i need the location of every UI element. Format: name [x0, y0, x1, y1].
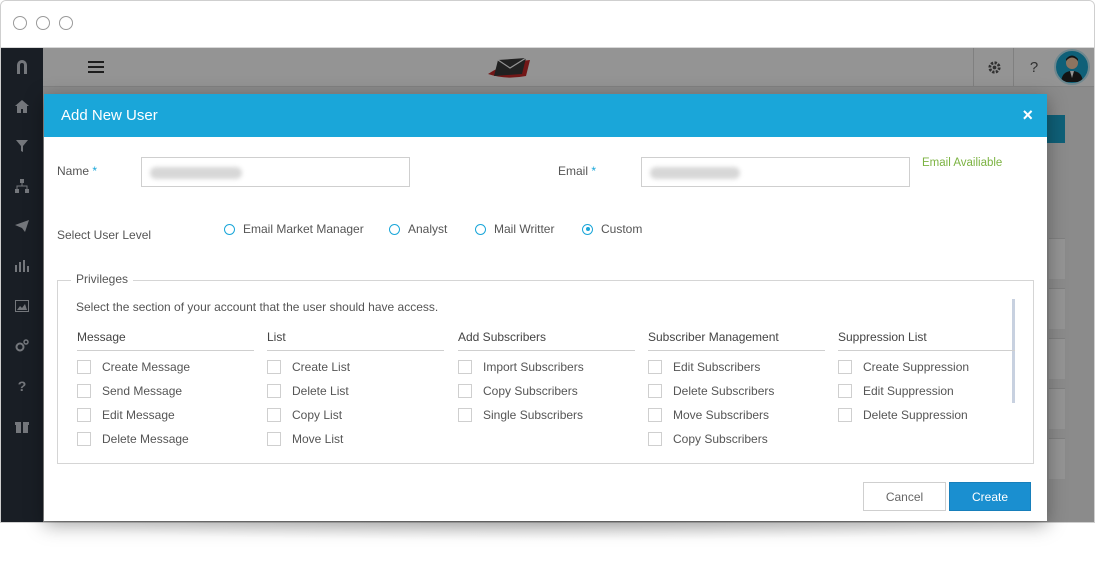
checkbox-create-list[interactable]: Create List [267, 355, 444, 379]
checkbox-icon [648, 408, 662, 422]
column-title: List [267, 330, 444, 351]
radio-email-market-manager[interactable]: Email Market Manager [224, 222, 364, 236]
checkbox-import-subscribers[interactable]: Import Subscribers [458, 355, 635, 379]
checkbox-delete-message[interactable]: Delete Message [77, 427, 254, 451]
radio-icon [389, 223, 400, 235]
checkbox-icon [838, 360, 852, 374]
checkbox-edit-suppression[interactable]: Edit Suppression [838, 379, 1015, 403]
radio-analyst[interactable]: Analyst [389, 222, 447, 236]
checkbox-icon [77, 360, 91, 374]
column-title: Add Subscribers [458, 330, 635, 351]
create-button[interactable]: Create [949, 482, 1031, 511]
checkbox-edit-message[interactable]: Edit Message [77, 403, 254, 427]
checkbox-icon [77, 432, 91, 446]
checkbox-create-suppression[interactable]: Create Suppression [838, 355, 1015, 379]
privileges-legend: Privileges [71, 272, 134, 286]
name-label: Name * [57, 164, 98, 178]
column-title: Subscriber Management [648, 330, 825, 351]
add-user-modal: Add New User × Name * Email * Email Avai… [44, 94, 1047, 521]
checkbox-icon [267, 432, 281, 446]
window-titlebar [1, 1, 1094, 48]
checkbox-icon [648, 360, 662, 374]
privileges-help-text: Select the section of your account that … [76, 300, 439, 314]
email-status: Email Availiable [922, 157, 1003, 169]
checkbox-icon [267, 360, 281, 374]
privilege-column-list: List Create List Delete List Copy List M… [267, 330, 444, 451]
checkbox-icon [648, 384, 662, 398]
checkbox-move-list[interactable]: Move List [267, 427, 444, 451]
checkbox-icon [458, 408, 472, 422]
checkbox-icon [77, 384, 91, 398]
checkbox-edit-subscribers[interactable]: Edit Subscribers [648, 355, 825, 379]
close-icon[interactable]: × [1022, 105, 1033, 126]
checkbox-icon [838, 408, 852, 422]
email-label: Email * [558, 164, 597, 178]
email-input[interactable] [641, 157, 910, 187]
checkbox-icon [838, 384, 852, 398]
window-maximize-dot[interactable] [59, 16, 73, 30]
checkbox-single-subscribers[interactable]: Single Subscribers [458, 403, 635, 427]
checkbox-icon [648, 432, 662, 446]
radio-selected-icon [582, 223, 593, 235]
checkbox-delete-list[interactable]: Delete List [267, 379, 444, 403]
name-input[interactable] [141, 157, 410, 187]
privilege-column-add-subscribers: Add Subscribers Import Subscribers Copy … [458, 330, 635, 427]
modal-title: Add New User [61, 107, 158, 124]
radio-custom[interactable]: Custom [582, 222, 642, 236]
checkbox-copy-subscribers-mgmt[interactable]: Copy Subscribers [648, 427, 825, 451]
radio-icon [224, 223, 235, 235]
checkbox-copy-list[interactable]: Copy List [267, 403, 444, 427]
window-close-dot[interactable] [13, 16, 27, 30]
checkbox-icon [77, 408, 91, 422]
checkbox-create-message[interactable]: Create Message [77, 355, 254, 379]
privilege-column-message: Message Create Message Send Message Edit… [77, 330, 254, 451]
modal-header: Add New User × [44, 94, 1047, 137]
checkbox-send-message[interactable]: Send Message [77, 379, 254, 403]
radio-icon [475, 223, 486, 235]
user-level-label: Select User Level [57, 228, 152, 242]
column-title: Suppression List [838, 330, 1015, 351]
privilege-column-suppression-list: Suppression List Create Suppression Edit… [838, 330, 1015, 427]
checkbox-delete-subscribers[interactable]: Delete Subscribers [648, 379, 825, 403]
frame-shadow [10, 521, 1085, 541]
checkbox-move-subscribers[interactable]: Move Subscribers [648, 403, 825, 427]
privilege-column-subscriber-management: Subscriber Management Edit Subscribers D… [648, 330, 825, 451]
checkbox-icon [458, 360, 472, 374]
checkbox-icon [458, 384, 472, 398]
window-minimize-dot[interactable] [36, 16, 50, 30]
checkbox-icon [267, 408, 281, 422]
radio-mail-writter[interactable]: Mail Writter [475, 222, 554, 236]
checkbox-icon [267, 384, 281, 398]
checkbox-delete-suppression[interactable]: Delete Suppression [838, 403, 1015, 427]
checkbox-copy-subscribers[interactable]: Copy Subscribers [458, 379, 635, 403]
column-title: Message [77, 330, 254, 351]
cancel-button[interactable]: Cancel [863, 482, 946, 511]
